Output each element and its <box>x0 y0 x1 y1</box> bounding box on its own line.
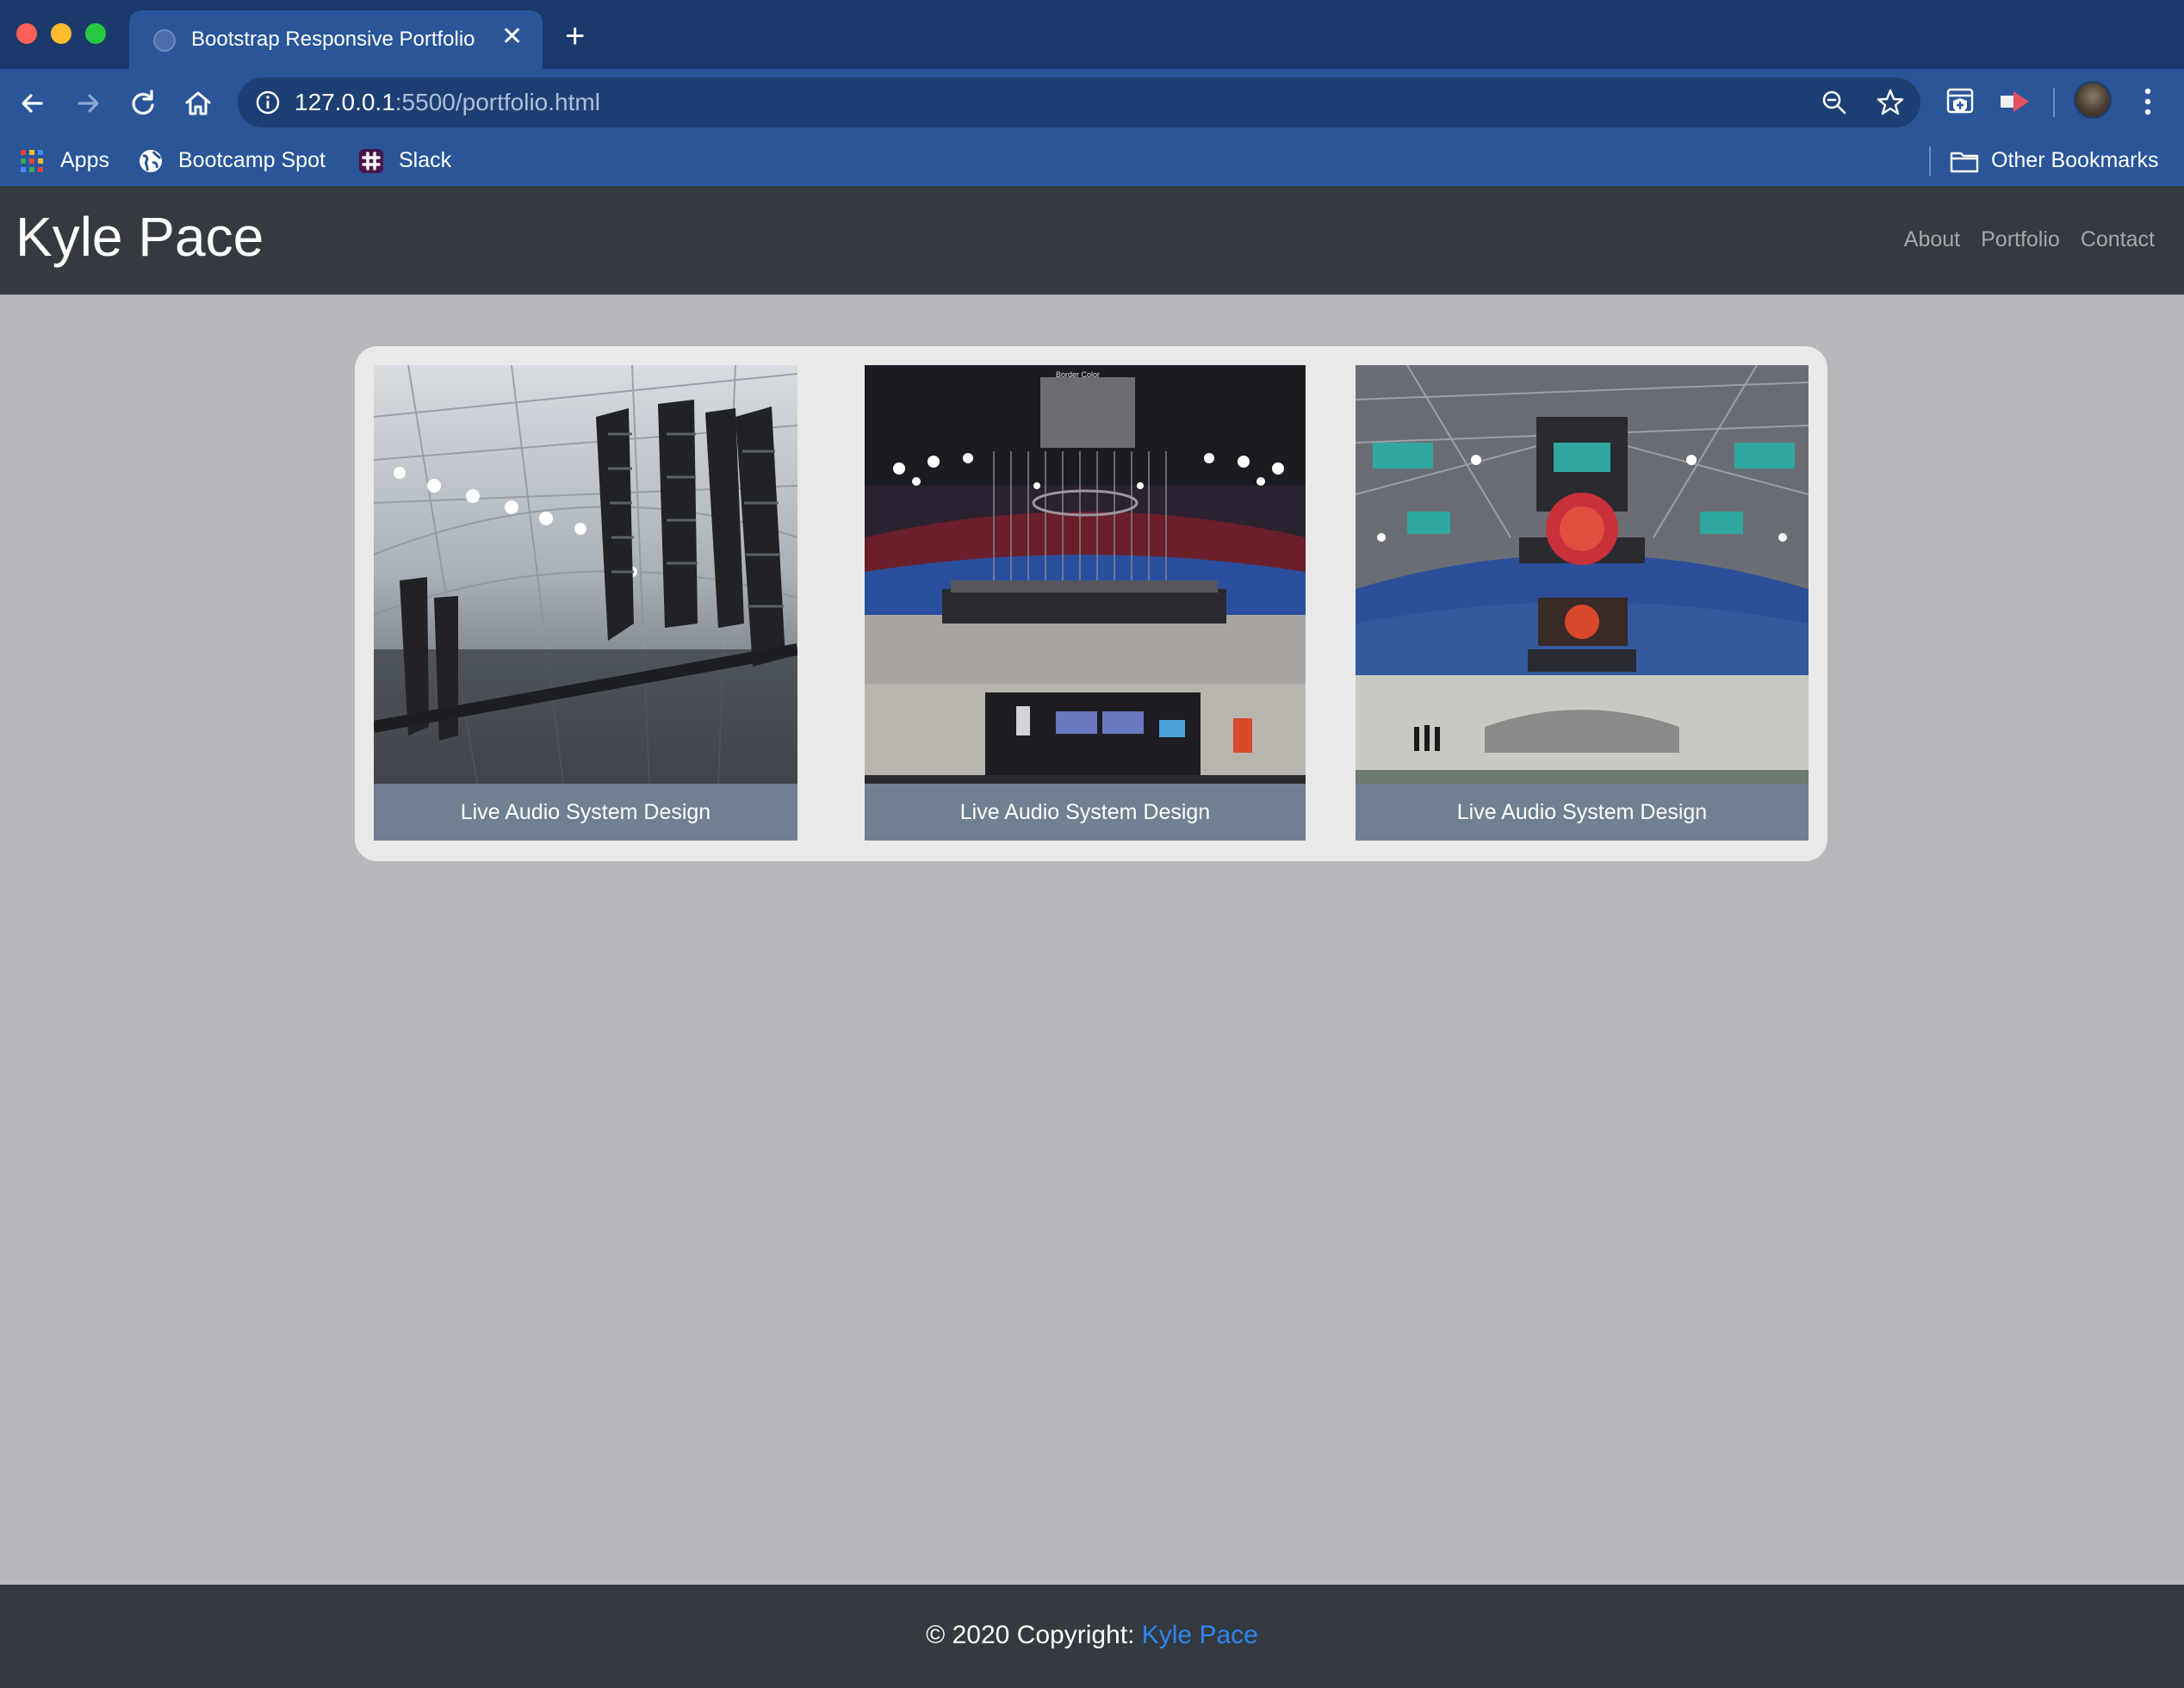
extension-shield-icon[interactable] <box>1945 86 1976 117</box>
tab-close-icon[interactable]: ✕ <box>501 24 523 50</box>
other-bookmarks[interactable]: Other Bookmarks <box>1991 148 2159 173</box>
zoom-icon[interactable] <box>1821 89 1848 116</box>
card-caption: Live Audio System Design <box>865 784 1306 841</box>
portfolio-card[interactable]: Live Audio System Design <box>1356 365 1809 841</box>
portfolio-card[interactable]: Live Audio System Design <box>374 365 797 841</box>
site-footer: © 2020 Copyright: Kyle Pace <box>0 1585 2184 1688</box>
portfolio-image-line-array[interactable] <box>374 365 797 784</box>
site-navbar: Kyle Pace About Portfolio Contact <box>0 186 2184 295</box>
nav-about-link[interactable]: About <box>1904 227 1960 252</box>
bookmark-bootcamp-spot[interactable]: Bootcamp Spot <box>178 148 326 173</box>
globe-icon <box>140 150 162 172</box>
browser-toolbar: 127.0.0.1:5500/portfolio.html Apps Bootc… <box>0 69 2184 186</box>
nav-contact-link[interactable]: Contact <box>2081 227 2155 252</box>
folder-icon <box>1950 152 1979 173</box>
portfolio-image-arena-console[interactable]: Border Color <box>865 365 1306 784</box>
portfolio-card[interactable]: Border Color Live Audio System Design <box>865 365 1306 841</box>
address-bar[interactable]: 127.0.0.1:5500/portfolio.html <box>238 78 1920 127</box>
bookmarks-divider <box>1929 146 1931 176</box>
site-nav: About Portfolio Contact <box>1904 227 2155 252</box>
zoom-window-button[interactable] <box>85 23 106 44</box>
bookmark-apps[interactable]: Apps <box>60 148 109 173</box>
footer-copyright-text: © 2020 Copyright: <box>926 1621 1135 1649</box>
minimize-window-button[interactable] <box>51 23 71 44</box>
site-info-icon[interactable] <box>255 90 281 115</box>
back-icon[interactable] <box>16 86 50 121</box>
bookmark-slack[interactable]: Slack <box>399 148 451 173</box>
url-text: 127.0.0.1:5500/portfolio.html <box>295 89 600 115</box>
menu-kebab-icon[interactable] <box>2139 84 2156 119</box>
nav-portfolio-link[interactable]: Portfolio <box>1981 227 2060 252</box>
portfolio-image-arena-screens[interactable] <box>1356 365 1809 784</box>
bookmarks-bar: Apps Bootcamp Spot Slack Other Bookmarks <box>0 136 2184 186</box>
extension-arrow-icon[interactable] <box>1998 88 2032 115</box>
forward-icon[interactable] <box>71 86 105 121</box>
card-caption: Live Audio System Design <box>374 784 797 841</box>
new-tab-button[interactable]: + <box>565 19 585 53</box>
footer-author-link[interactable]: Kyle Pace <box>1142 1621 1258 1649</box>
tab-favicon-icon <box>153 29 176 52</box>
portfolio-gallery: Live Audio System Design Border Color Li… <box>355 346 1827 861</box>
slack-icon <box>359 149 383 173</box>
site-brand[interactable]: Kyle Pace <box>16 205 264 269</box>
home-icon[interactable] <box>181 86 215 121</box>
browser-tab-active[interactable]: Bootstrap Responsive Portfolio ✕ <box>129 10 543 69</box>
close-window-button[interactable] <box>16 23 37 44</box>
image-overlay-text: Border Color <box>1056 370 1100 379</box>
profile-avatar[interactable] <box>2074 81 2112 119</box>
tab-title: Bootstrap Responsive Portfolio <box>191 28 475 51</box>
reload-icon[interactable] <box>126 86 160 121</box>
toolbar-divider <box>2053 88 2055 117</box>
card-caption: Live Audio System Design <box>1356 784 1809 841</box>
footer-copyright: © 2020 Copyright: Kyle Pace <box>0 1621 2184 1650</box>
browser-titlebar: Bootstrap Responsive Portfolio ✕ + <box>0 0 2184 69</box>
bookmark-star-icon[interactable] <box>1876 88 1905 117</box>
apps-grid-icon <box>21 150 43 172</box>
